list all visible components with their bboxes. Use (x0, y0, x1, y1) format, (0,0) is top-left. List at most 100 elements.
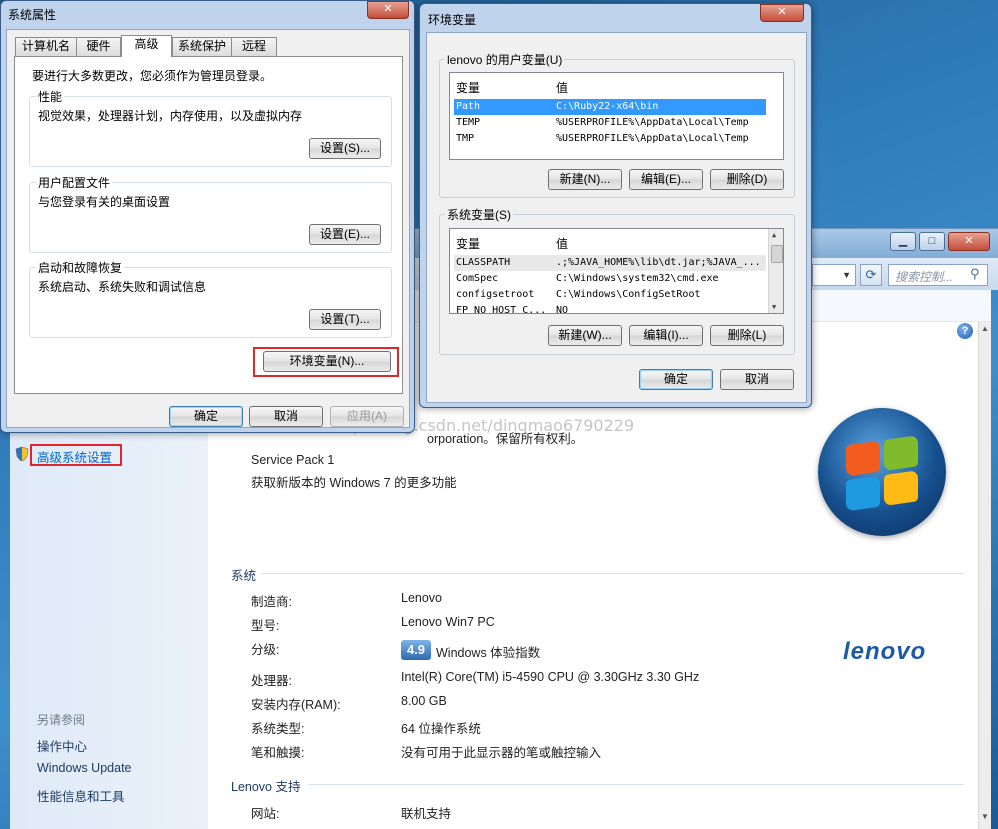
system-section-title: 系统 (231, 569, 257, 583)
environment-variables-dialog: 环境变量 ✕ lenovo 的用户变量(U) 变量 值 Path C:\Ruby… (419, 3, 812, 408)
apply-button[interactable]: 应用(A) (330, 406, 404, 427)
close-button[interactable]: ✕ (760, 4, 804, 22)
variable-name: TMP (456, 133, 475, 144)
advanced-system-settings-link[interactable]: 高级系统设置 (37, 447, 112, 466)
variable-value: NO (556, 305, 569, 314)
group-title: 性能 (36, 88, 65, 105)
table-row[interactable]: configsetroot C:\Windows\ConfigSetRoot (454, 287, 766, 303)
table-row[interactable]: FP_NO_HOST_C... NO (454, 303, 766, 314)
website-label: 网站: (251, 807, 280, 821)
row-label: 制造商: (251, 595, 292, 609)
variable-name: ComSpec (456, 273, 499, 284)
experience-index-badge[interactable]: 4.9 (401, 640, 431, 660)
table-row[interactable]: ComSpec C:\Windows\system32\cmd.exe (454, 271, 766, 287)
row-label: 笔和触摸: (251, 746, 305, 760)
column-header-value[interactable]: 值 (556, 235, 568, 252)
sidebar-link-performance-tools[interactable]: 性能信息和工具 (37, 786, 125, 805)
tab-hardware[interactable]: 硬件 (76, 37, 121, 56)
close-button[interactable]: ✕ (948, 232, 990, 251)
admin-note: 要进行大多数更改，您必须作为管理员登录。 (32, 69, 273, 83)
user-variables-list[interactable]: 变量 值 Path C:\Ruby22-x64\bin TEMP %USERPR… (449, 72, 784, 160)
row-value: 8.00 GB (401, 694, 447, 708)
startup-recovery-settings-button[interactable]: 设置(T)... (309, 309, 381, 330)
more-features-link[interactable]: 获取新版本的 Windows 7 的更多功能 (251, 472, 457, 491)
minimize-button[interactable]: ▁ (890, 232, 916, 251)
refresh-icon[interactable]: ⟳ (860, 264, 882, 286)
dialog-title: 环境变量 (428, 13, 477, 27)
search-icon[interactable]: ⚲ (970, 266, 980, 282)
scroll-up-arrow-icon[interactable]: ▲ (980, 324, 990, 333)
column-header-value[interactable]: 值 (556, 79, 568, 96)
tab-advanced[interactable]: 高级 (121, 35, 172, 57)
list-scrollbar[interactable]: ▲ ▼ (768, 229, 783, 313)
variable-name: FP_NO_HOST_C... (456, 305, 547, 314)
lenovo-logo: lenovo (843, 638, 927, 665)
user-new-button[interactable]: 新建(N)... (548, 169, 622, 190)
tab-system-protection[interactable]: 系统保护 (172, 37, 232, 56)
online-support-link[interactable]: 联机支持 (401, 803, 451, 822)
user-variables-title: lenovo 的用户变量(U) (445, 51, 565, 68)
row-value: Intel(R) Core(TM) i5-4590 CPU @ 3.30GHz … (401, 670, 700, 684)
user-profiles-settings-button[interactable]: 设置(E)... (309, 224, 381, 245)
system-variables-list[interactable]: 变量 值 CLASSPATH .;%JAVA_HOME%\lib\dt.jar;… (449, 228, 784, 314)
service-pack-text: Service Pack 1 (251, 453, 335, 467)
variable-value: C:\Ruby22-x64\bin (556, 101, 659, 112)
row-label: 型号: (251, 619, 280, 633)
group-title: 用户配置文件 (36, 174, 113, 191)
user-edit-button[interactable]: 编辑(E)... (629, 169, 703, 190)
scroll-down-arrow-icon[interactable]: ▼ (772, 303, 776, 311)
tab-remote[interactable]: 远程 (231, 37, 277, 56)
row-value: Lenovo Win7 PC (401, 615, 495, 629)
table-row[interactable]: CLASSPATH .;%JAVA_HOME%\lib\dt.jar;%JAVA… (454, 255, 766, 271)
group-title: 启动和故障恢复 (36, 259, 125, 276)
close-button[interactable]: ✕ (367, 1, 409, 19)
cancel-button[interactable]: 取消 (720, 369, 794, 390)
table-row[interactable]: Path C:\Ruby22-x64\bin (454, 99, 766, 115)
environment-variables-button[interactable]: 环境变量(N)... (263, 351, 391, 372)
system-edit-button[interactable]: 编辑(I)... (629, 325, 703, 346)
variable-name: Path (456, 101, 481, 112)
scroll-down-arrow-icon[interactable]: ▼ (980, 812, 990, 821)
system-new-button[interactable]: 新建(W)... (548, 325, 622, 346)
variable-name: CLASSPATH (456, 257, 511, 268)
dialog-title: 系统属性 (8, 8, 57, 22)
row-label: 系统类型: (251, 722, 305, 736)
row-value: Lenovo (401, 591, 443, 605)
row-value: 64 位操作系统 (401, 722, 481, 736)
group-description: 系统启动、系统失败和调试信息 (38, 280, 207, 294)
sidebar-link-windows-update[interactable]: Windows Update (37, 761, 132, 775)
performance-settings-button[interactable]: 设置(S)... (309, 138, 381, 159)
system-variables-title: 系统变量(S) (445, 206, 513, 223)
column-header-variable[interactable]: 变量 (456, 235, 480, 252)
experience-index-link[interactable]: Windows 体验指数 (436, 642, 540, 661)
section-divider (262, 573, 964, 574)
table-row[interactable]: TEMP %USERPROFILE%\AppData\Local\Temp (454, 115, 766, 131)
address-dropdown[interactable]: ▼ (812, 264, 856, 286)
row-label: 处理器: (251, 674, 292, 688)
ok-button[interactable]: 确定 (169, 406, 243, 427)
column-header-variable[interactable]: 变量 (456, 79, 480, 96)
maximize-button[interactable]: □ (919, 232, 945, 251)
sidebar-link-action-center[interactable]: 操作中心 (37, 736, 87, 755)
system-properties-dialog: 系统属性 ✕ 计算机名 硬件 高级 系统保护 远程 要进行大多数更改，您必须作为… (0, 0, 415, 433)
variable-name: TEMP (456, 117, 481, 128)
section-divider (308, 784, 964, 785)
variable-value: C:\Windows\system32\cmd.exe (556, 273, 719, 284)
scroll-thumb[interactable] (771, 245, 783, 263)
scroll-up-arrow-icon[interactable]: ▲ (772, 231, 776, 239)
variable-name: configsetroot (456, 289, 535, 300)
group-description: 视觉效果，处理器计划，内存使用，以及虚拟内存 (38, 109, 303, 123)
variable-value: .;%JAVA_HOME%\lib\dt.jar;%JAVA_... (556, 257, 761, 268)
vertical-scrollbar[interactable] (978, 322, 991, 829)
help-icon[interactable]: ? (957, 323, 973, 339)
ok-button[interactable]: 确定 (639, 369, 713, 390)
cancel-button[interactable]: 取消 (249, 406, 323, 427)
user-delete-button[interactable]: 删除(D) (710, 169, 784, 190)
see-also-heading: 另请参阅 (37, 713, 86, 727)
row-value: 没有可用于此显示器的笔或触控输入 (401, 746, 602, 760)
variable-value: %USERPROFILE%\AppData\Local\Temp (556, 117, 749, 128)
tab-computer-name[interactable]: 计算机名 (15, 37, 77, 56)
system-delete-button[interactable]: 删除(L) (710, 325, 784, 346)
windows-flag-icon (846, 435, 922, 516)
table-row[interactable]: TMP %USERPROFILE%\AppData\Local\Temp (454, 131, 766, 147)
